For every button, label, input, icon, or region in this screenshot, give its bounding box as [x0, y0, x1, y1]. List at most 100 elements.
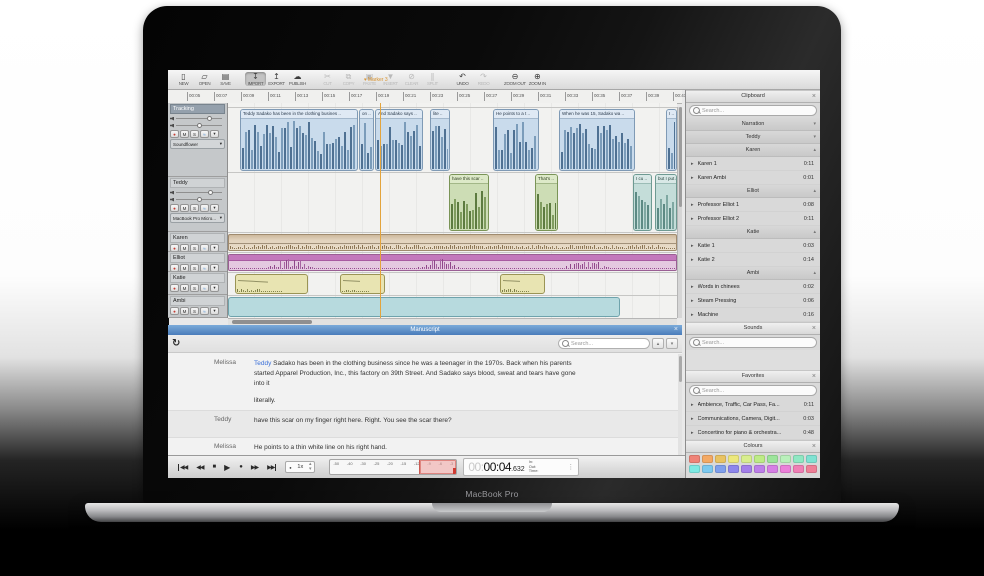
track-name[interactable]: Ambi: [170, 296, 225, 306]
record-button[interactable]: ●: [170, 204, 179, 212]
group-header-katie[interactable]: Katie▴: [686, 226, 820, 239]
play-icon[interactable]: ▸: [691, 312, 694, 318]
panel-header-sounds[interactable]: Sounds×: [686, 322, 820, 335]
play-icon[interactable]: ▸: [691, 298, 694, 304]
search-next-button[interactable]: ▾: [666, 338, 678, 349]
track-menu-button[interactable]: ▾: [210, 307, 219, 315]
colour-swatch[interactable]: [702, 455, 713, 463]
track-name[interactable]: Katie: [170, 273, 225, 283]
audio-clip[interactable]: I cu ..: [633, 174, 652, 231]
horizontal-scrollbar[interactable]: [228, 318, 677, 325]
search-input[interactable]: Search...: [689, 105, 817, 116]
colour-swatch[interactable]: [793, 465, 804, 473]
colour-swatch[interactable]: [754, 455, 765, 463]
manuscript-row[interactable]: Teddyhave this scar on my finger right h…: [168, 411, 678, 438]
track-header-elliot[interactable]: Elliot●MS≈▾: [168, 252, 227, 272]
solo-button[interactable]: S: [190, 284, 199, 292]
automation-button[interactable]: ≈: [200, 204, 209, 212]
colour-swatch[interactable]: [780, 465, 791, 473]
track-menu-button[interactable]: ▾: [210, 244, 219, 252]
play-icon[interactable]: ▸: [691, 430, 694, 436]
group-header-elliot[interactable]: Elliot▴: [686, 185, 820, 198]
audio-clip[interactable]: but I put a ..: [655, 174, 677, 231]
play-icon[interactable]: ▸: [691, 175, 694, 181]
play-icon[interactable]: ▸: [691, 216, 694, 222]
speed-stepper[interactable]: ▴▾: [309, 462, 312, 472]
colour-swatch[interactable]: [754, 465, 765, 473]
colour-swatch[interactable]: [767, 465, 778, 473]
automation-button[interactable]: ≈: [200, 264, 209, 272]
audio-clip[interactable]: That's ..: [535, 174, 558, 231]
list-item[interactable]: ▸Karen Ambi0:01: [686, 171, 820, 185]
refresh-icon[interactable]: ↻: [172, 338, 180, 350]
audio-clip[interactable]: lite ..: [430, 109, 450, 171]
audio-clip[interactable]: [340, 274, 385, 294]
audio-clip[interactable]: Teddy Sadako has been in the clothing bu…: [240, 109, 358, 171]
manuscript-scrollbar[interactable]: [678, 354, 682, 455]
record-button[interactable]: ●: [239, 464, 242, 470]
playhead[interactable]: [380, 103, 381, 318]
colour-swatch[interactable]: [806, 455, 817, 463]
search-input[interactable]: Search...: [689, 337, 817, 348]
list-item[interactable]: ▸Machine0:16: [686, 308, 820, 322]
panel-header-clipboard[interactable]: Clipboard×: [686, 90, 820, 103]
marker-label[interactable]: ▾ Marker 3: [364, 77, 388, 83]
close-icon[interactable]: ×: [674, 325, 678, 335]
toolbar-undo-button[interactable]: ↶UNDO: [452, 72, 473, 86]
search-input[interactable]: Search...: [689, 385, 817, 396]
list-item[interactable]: ▸Concertino for piano & orchestra...0:48: [686, 426, 820, 440]
vol-slider[interactable]: [170, 189, 225, 196]
close-icon[interactable]: ×: [812, 91, 816, 102]
play-icon[interactable]: ▸: [691, 284, 694, 290]
colour-swatch[interactable]: [741, 465, 752, 473]
toolbar-open-button[interactable]: ▱OPEN: [194, 72, 215, 86]
time-stepper[interactable]: ⋮: [567, 463, 574, 471]
automation-button[interactable]: ≈: [200, 307, 209, 315]
colour-swatch[interactable]: [715, 455, 726, 463]
colour-swatch[interactable]: [728, 465, 739, 473]
track-menu-button[interactable]: ▾: [210, 204, 219, 212]
colour-swatch[interactable]: [689, 465, 700, 473]
track-name[interactable]: Tracking: [170, 104, 225, 114]
track-header-tracking[interactable]: Tracking●MS≈▾Soundflower▾: [168, 103, 227, 177]
pan-slider[interactable]: [170, 122, 225, 129]
list-item[interactable]: ▸Katie 20:14: [686, 253, 820, 267]
timeline-ruler[interactable]: 00:0500:0700:0900:1100:1300:1500:1700:19…: [168, 90, 682, 104]
list-item[interactable]: ▸Karen 10:11: [686, 157, 820, 171]
toolbar-save-button[interactable]: ▤SAVE: [215, 72, 236, 86]
audio-clip[interactable]: on ..: [359, 109, 374, 171]
audio-clip[interactable]: have this scar ..: [449, 174, 489, 231]
close-icon[interactable]: ×: [812, 323, 816, 334]
solo-button[interactable]: S: [190, 307, 199, 315]
colour-swatch[interactable]: [767, 455, 778, 463]
vol-slider[interactable]: [170, 115, 225, 122]
panel-header-favorites[interactable]: Favorites×: [686, 370, 820, 383]
group-header-narration[interactable]: Narration▾: [686, 118, 820, 131]
mute-button[interactable]: M: [180, 244, 189, 252]
mute-button[interactable]: M: [180, 307, 189, 315]
input-device-select[interactable]: MacBook Pro Micro...▾: [170, 213, 225, 223]
automation-button[interactable]: ≈: [200, 244, 209, 252]
list-item[interactable]: ▸Communications, Camera, Digit...0:03: [686, 412, 820, 426]
record-button[interactable]: ●: [170, 264, 179, 272]
list-item[interactable]: ▸Katie 10:03: [686, 239, 820, 253]
forward-button[interactable]: ▶▶: [251, 464, 258, 471]
play-icon[interactable]: ▸: [691, 243, 694, 249]
automation-button[interactable]: ≈: [200, 284, 209, 292]
close-icon[interactable]: ×: [812, 441, 816, 452]
toolbar-export-button[interactable]: ↥EXPORT: [266, 72, 287, 86]
group-header-teddy[interactable]: Teddy▾: [686, 131, 820, 144]
toolbar-publish-button[interactable]: ☁PUBLISH: [287, 72, 308, 86]
play-icon[interactable]: ▸: [691, 402, 694, 408]
audio-clip[interactable]: He points to a t ..: [493, 109, 539, 171]
audio-clip[interactable]: [228, 254, 677, 271]
track-menu-button[interactable]: ▾: [210, 264, 219, 272]
pan-slider[interactable]: [170, 196, 225, 203]
vertical-scrollbar[interactable]: [677, 107, 682, 318]
track-header-karen[interactable]: Karen●MS≈▾: [168, 232, 227, 252]
solo-button[interactable]: S: [190, 130, 199, 138]
record-button[interactable]: ●: [170, 284, 179, 292]
list-item[interactable]: ▸Professor Elliot 10:08: [686, 198, 820, 212]
solo-button[interactable]: S: [190, 264, 199, 272]
track-name[interactable]: Elliot: [170, 253, 225, 263]
